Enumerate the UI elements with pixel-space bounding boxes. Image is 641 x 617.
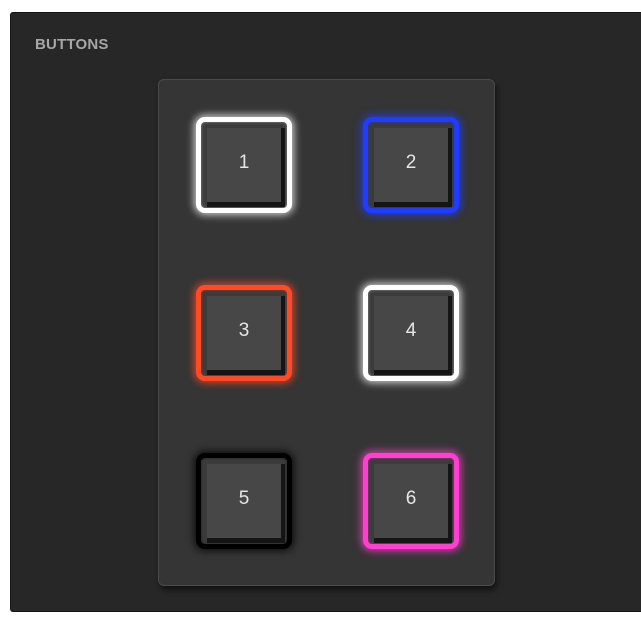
button-5-label: 5 <box>238 488 250 509</box>
button-3-label: 3 <box>238 320 250 341</box>
button-3[interactable]: 3 <box>196 285 292 381</box>
button-4[interactable]: 4 <box>363 285 459 381</box>
button-pad: 1 2 3 4 5 6 <box>158 79 495 586</box>
button-2[interactable]: 2 <box>363 117 459 213</box>
panel-title: BUTTONS <box>35 36 109 53</box>
button-6-label: 6 <box>405 488 417 509</box>
button-6-cap: 6 <box>374 464 452 543</box>
button-4-label: 4 <box>405 320 417 341</box>
buttons-panel: BUTTONS 1 2 3 4 5 6 <box>10 12 641 612</box>
button-2-label: 2 <box>405 152 417 173</box>
window: BUTTONS 1 2 3 4 5 6 <box>0 0 641 617</box>
button-5-cap: 5 <box>207 464 285 543</box>
button-4-cap: 4 <box>374 296 452 375</box>
button-1-label: 1 <box>238 152 250 173</box>
button-6[interactable]: 6 <box>363 453 459 549</box>
button-3-cap: 3 <box>207 296 285 375</box>
button-5[interactable]: 5 <box>196 453 292 549</box>
button-1-cap: 1 <box>207 128 285 207</box>
button-2-cap: 2 <box>374 128 452 207</box>
button-1[interactable]: 1 <box>196 117 292 213</box>
